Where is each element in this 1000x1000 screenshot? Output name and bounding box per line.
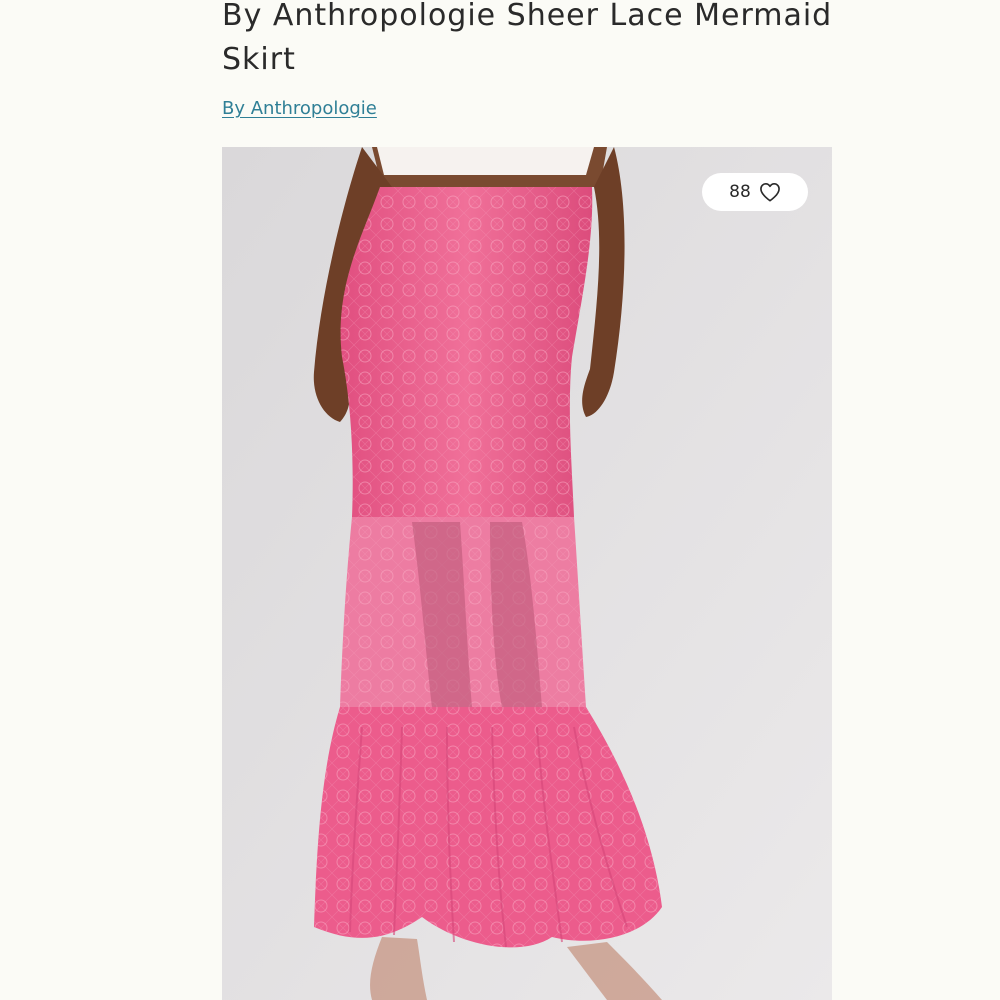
like-count: 88	[729, 182, 751, 202]
like-button[interactable]: 88	[702, 173, 808, 211]
brand-link[interactable]: By Anthropologie	[222, 98, 377, 119]
product-page: By Anthropologie Sheer Lace Mermaid Skir…	[0, 0, 1000, 1000]
product-image[interactable]	[222, 147, 832, 1000]
product-title: By Anthropologie Sheer Lace Mermaid Skir…	[222, 0, 833, 77]
product-photo	[222, 147, 832, 1000]
heart-icon	[759, 182, 781, 202]
